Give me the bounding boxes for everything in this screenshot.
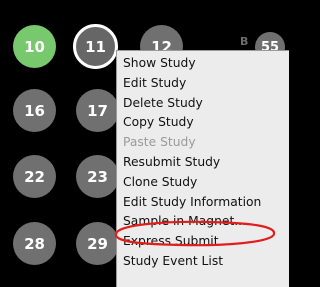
day-cell-23[interactable]: 23 [76,155,119,198]
menu-item-edit-study-information[interactable]: Edit Study Information [117,193,289,213]
context-menu: Show Study Edit Study Delete Study Copy … [116,50,289,287]
day-cell-22[interactable]: 22 [13,155,56,198]
menu-item-study-event-list[interactable]: Study Event List [117,252,289,272]
menu-item-show-study[interactable]: Show Study [117,54,289,74]
day-marker-letter: B [240,35,249,48]
menu-item-edit-study[interactable]: Edit Study [117,74,289,94]
day-cell-16[interactable]: 16 [13,89,56,132]
menu-item-copy-study[interactable]: Copy Study [117,113,289,133]
menu-item-delete-study[interactable]: Delete Study [117,94,289,114]
day-cell-17[interactable]: 17 [76,89,119,132]
menu-item-resubmit-study[interactable]: Resubmit Study [117,153,289,173]
day-cell-29[interactable]: 29 [76,222,119,265]
menu-item-paste-study: Paste Study [123,135,196,150]
day-cell-28[interactable]: 28 [13,222,56,265]
menu-item-clone-study[interactable]: Clone Study [117,173,289,193]
day-cell-10[interactable]: 10 [13,25,56,68]
day-cell-11[interactable]: 11 [73,24,118,69]
menu-item-sample-in-magnet[interactable]: Sample in Magnet... [117,212,289,232]
menu-item-express-submit[interactable]: Express Submit [117,232,289,252]
